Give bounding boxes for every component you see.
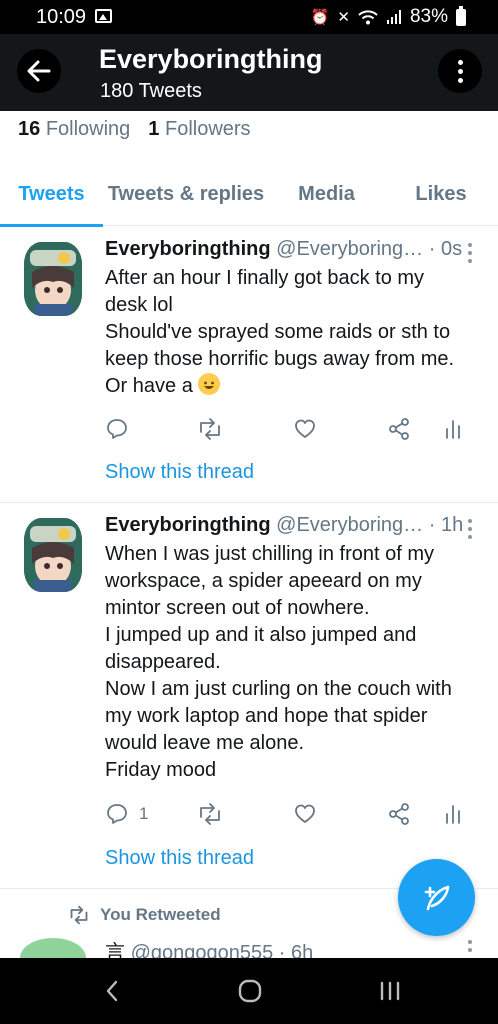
recents-icon	[380, 981, 400, 1001]
tweet-item[interactable]: Everyboringthing @Everyboring… · 0s Afte…	[0, 227, 498, 503]
tweet-line: keep those horrific bugs away from me.	[105, 348, 455, 370]
system-back-button[interactable]	[72, 958, 152, 1024]
avatar[interactable]	[24, 518, 82, 592]
reply-icon	[107, 804, 127, 824]
following-count: 16	[18, 118, 41, 140]
like-button[interactable]	[293, 799, 317, 829]
followers-label: Followers	[164, 118, 251, 140]
tab-media[interactable]: Media	[269, 162, 384, 226]
grinning-cat-emoji	[198, 373, 221, 395]
tweet-line: my work laptop and hope that spider	[105, 705, 428, 727]
author-name[interactable]: Everyboringthing	[105, 514, 271, 536]
author-handle: @Everyboring…	[276, 238, 424, 260]
system-recents-button[interactable]	[350, 958, 430, 1024]
battery-icon	[456, 5, 466, 26]
following-link[interactable]: 16 Following	[18, 118, 130, 140]
tweet-line: Friday mood	[105, 759, 217, 781]
tweet-count: 180 Tweets	[100, 80, 202, 102]
share-icon	[389, 803, 409, 825]
reply-count: 1	[139, 804, 149, 823]
retweet-button[interactable]	[197, 799, 223, 829]
share-button[interactable]	[387, 414, 411, 444]
retweet-context-label: You Retweeted	[100, 905, 221, 924]
back-button[interactable]	[17, 49, 61, 93]
signal-icon	[386, 10, 401, 24]
tweet-actions: 1	[105, 799, 467, 829]
tweet-line: When I was just chilling in front of my	[105, 543, 435, 565]
retweet-icon	[70, 905, 88, 925]
analytics-button[interactable]	[445, 414, 461, 444]
avatar[interactable]	[24, 242, 82, 316]
reply-icon	[107, 419, 127, 439]
home-circle-icon	[238, 979, 262, 1003]
heart-icon	[295, 419, 315, 438]
tab-likes[interactable]: Likes	[384, 162, 498, 226]
show-thread-link[interactable]: Show this thread	[105, 847, 254, 870]
tab-tweets-and-replies[interactable]: Tweets & replies	[103, 162, 269, 226]
analytics-button[interactable]	[445, 799, 461, 829]
chevron-left-icon	[106, 980, 118, 1002]
tweet-line: Should've sprayed some raids or sth to	[105, 321, 451, 343]
reply-button[interactable]	[105, 414, 129, 444]
profile-tabs: Tweets Tweets & replies Media Likes	[0, 162, 498, 227]
status-time: 10:09	[36, 6, 87, 28]
tweet-line: disappeared.	[105, 651, 221, 673]
following-label: Following	[45, 118, 131, 140]
more-options-button[interactable]	[438, 49, 482, 93]
heart-icon	[295, 804, 315, 823]
tweet-time: · 1h	[428, 514, 464, 536]
battery-percent: 83%	[409, 6, 448, 27]
tab-tweets[interactable]: Tweets	[0, 162, 103, 227]
system-home-button[interactable]	[210, 958, 290, 1024]
tweet-menu-button[interactable]	[468, 519, 474, 539]
tweet-item[interactable]: Everyboringthing @Everyboring… · 1h When…	[0, 503, 498, 889]
retweet-context: You Retweeted	[68, 905, 221, 925]
show-thread-link[interactable]: Show this thread	[105, 461, 254, 484]
tweet-actions	[105, 414, 467, 444]
tweet-line: desk lol	[105, 294, 173, 316]
retweet-icon	[200, 803, 220, 825]
mute-icon: ✕	[337, 9, 350, 26]
share-icon	[389, 418, 409, 440]
tweet-text: When I was just chilling in front of my …	[105, 541, 478, 784]
tweet-text: After an hour I finally got back to my d…	[105, 265, 478, 400]
author-name[interactable]: Everyboringthing	[105, 238, 271, 260]
alarm-icon: ⏰	[310, 9, 330, 26]
follow-stats: 16 Following 1 Followers	[18, 118, 251, 141]
author-handle: @Everyboring…	[276, 514, 424, 536]
arrow-left-icon	[27, 60, 51, 82]
analytics-icon	[446, 805, 460, 824]
followers-link[interactable]: 1 Followers	[148, 118, 250, 140]
wifi-icon	[358, 10, 378, 25]
compose-tweet-button[interactable]	[398, 859, 475, 936]
status-bar: 10:09 ⏰ ✕ 83%	[0, 0, 498, 34]
tweet-header: Everyboringthing @Everyboring… · 1h	[105, 514, 463, 537]
compose-feather-icon	[424, 885, 449, 910]
tweet-line: would leave me alone.	[105, 732, 305, 754]
tweet-line: Now I am just curling on the couch with	[105, 678, 452, 700]
reply-button[interactable]: 1	[105, 799, 148, 829]
analytics-icon	[446, 420, 460, 439]
tweet-line: I jumped up and it also jumped and	[105, 624, 417, 646]
share-button[interactable]	[387, 799, 411, 829]
tweet-line: mintor screen out of nowhere.	[105, 597, 370, 619]
retweet-icon	[200, 418, 220, 440]
tweet-line: After an hour I finally got back to my	[105, 267, 425, 289]
tweet-time: · 0s	[428, 238, 463, 260]
tweet-line: workspace, a spider apeeard on my	[105, 570, 422, 592]
image-icon	[95, 9, 112, 23]
like-button[interactable]	[293, 414, 317, 444]
system-nav-bar	[0, 958, 498, 1024]
tweet-header: Everyboringthing @Everyboring… · 0s	[105, 238, 462, 261]
profile-title: Everyboringthing	[99, 44, 323, 74]
tweet-menu-button[interactable]	[468, 243, 474, 263]
profile-header: Everyboringthing 180 Tweets	[0, 34, 498, 111]
status-icons: ⏰ ✕ 83%	[310, 5, 466, 28]
followers-count: 1	[148, 118, 160, 140]
retweet-button[interactable]	[197, 414, 223, 444]
tweet-menu-button[interactable]	[468, 940, 474, 952]
tweet-line: Or have a	[105, 375, 199, 397]
